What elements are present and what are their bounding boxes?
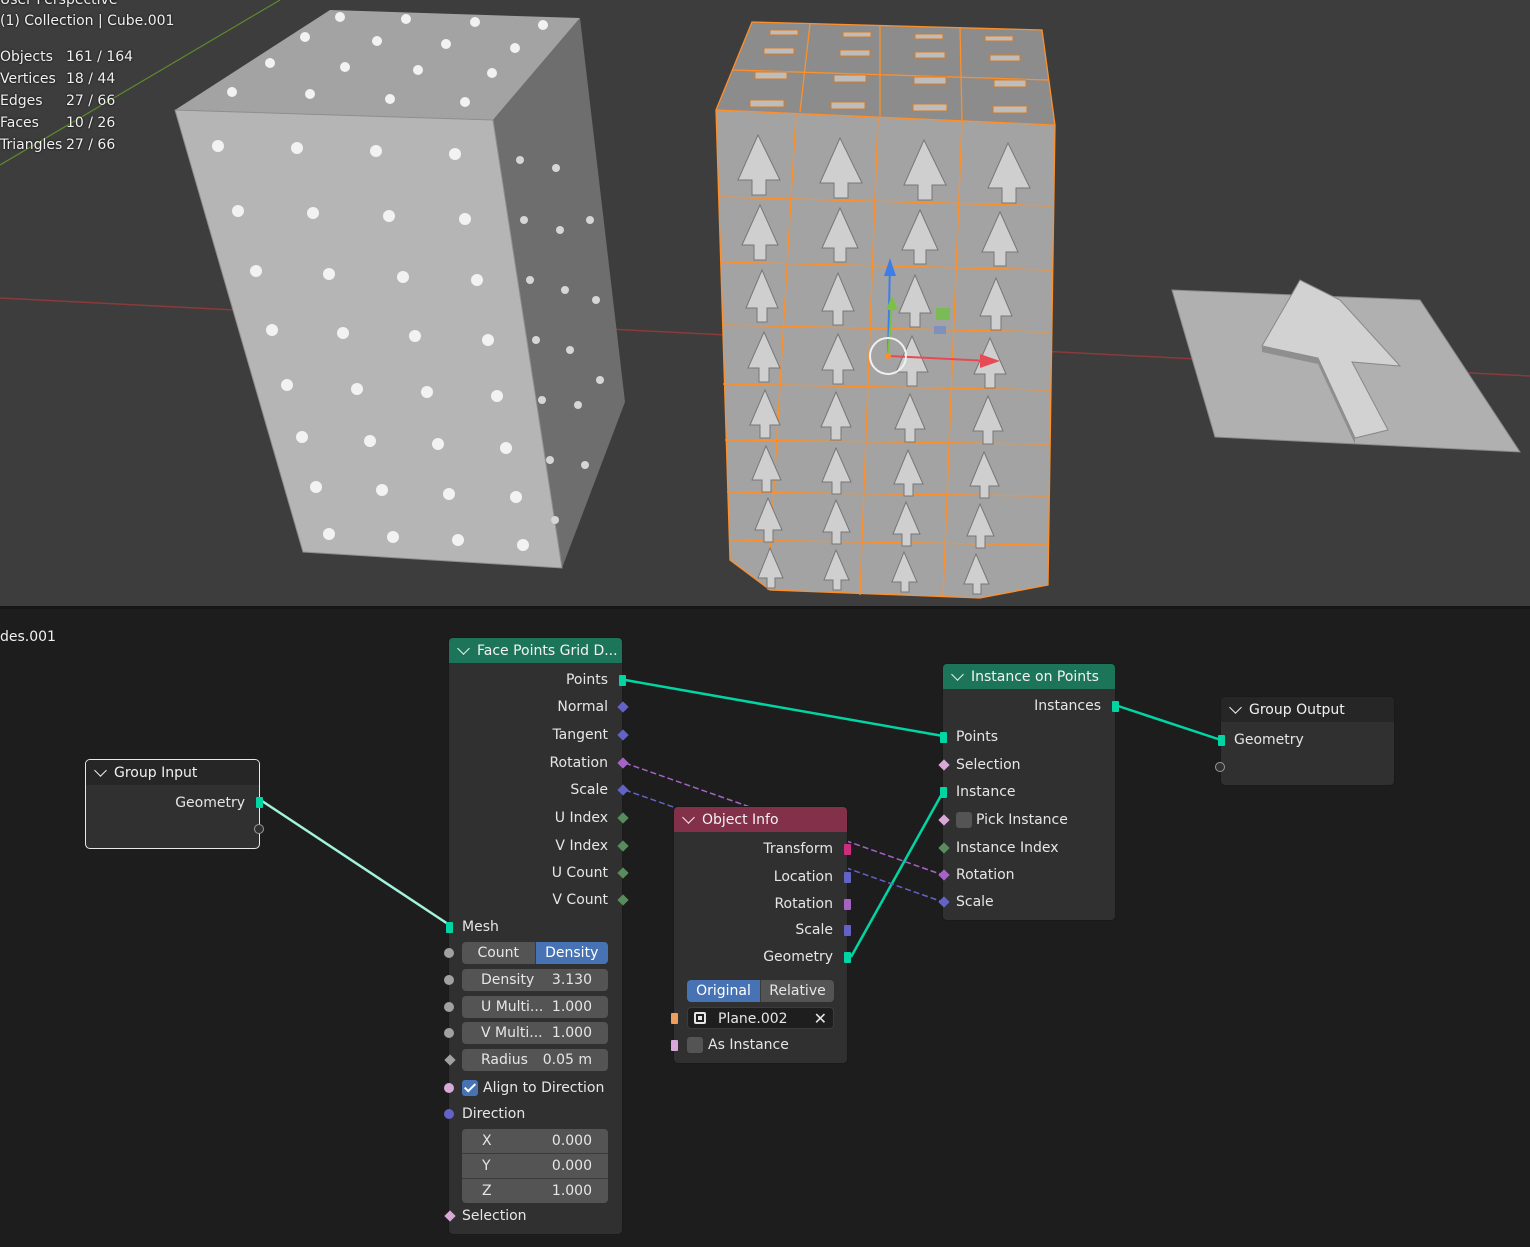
output-points: Points [565, 672, 608, 688]
instances-output-socket[interactable] [1112, 701, 1119, 712]
output-v-count: V Count [552, 892, 608, 908]
output-location: Location [773, 869, 833, 885]
instance-on-points-node[interactable]: Instance on Points Instances Points Sele… [938, 663, 1119, 921]
output-rotation: Rotation [774, 896, 833, 912]
geometry-output-socket[interactable] [844, 952, 851, 963]
3d-viewport[interactable]: User Perspective (1) Collection | Cube.0… [0, 0, 1530, 606]
socket-row-geometry: Geometry [175, 795, 245, 811]
collapse-chevron-icon[interactable] [682, 811, 695, 824]
face-points-header[interactable]: Face Points Grid D... [449, 638, 622, 663]
input-instance: Instance [956, 784, 1016, 800]
as-instance-input-socket[interactable] [671, 1040, 678, 1051]
points-output-socket[interactable] [619, 675, 626, 686]
selected-arrow-cube [715, 21, 1056, 599]
u-multiplier-field[interactable]: U Multi... 1.000 [462, 996, 608, 1018]
input-instance-index: Instance Index [956, 840, 1059, 856]
direction-row: Direction [462, 1106, 526, 1122]
empty-input-socket[interactable] [1215, 762, 1225, 772]
direction-input-socket[interactable] [444, 1109, 454, 1119]
align-input-socket[interactable] [444, 1083, 454, 1093]
studded-cube [174, 10, 625, 569]
collapse-chevron-icon[interactable] [1229, 701, 1242, 714]
v-multiplier-field[interactable]: V Multi... 1.000 [462, 1022, 608, 1044]
count-density-toggle[interactable]: Count Density [462, 942, 608, 964]
as-instance-row: As Instance [708, 1037, 789, 1053]
arrow-plane [1171, 279, 1521, 453]
output-scale: Scale [795, 922, 833, 938]
collapse-chevron-icon[interactable] [457, 642, 470, 655]
collapse-chevron-icon[interactable] [94, 764, 107, 777]
object-picker-field[interactable]: Plane.002 ✕ [687, 1007, 834, 1029]
output-normal: Normal [557, 699, 608, 715]
instance-input-socket[interactable] [940, 787, 947, 798]
output-tangent: Tangent [552, 727, 608, 743]
rotation-output-socket[interactable] [844, 899, 851, 910]
geometry-input-socket[interactable] [1218, 735, 1225, 746]
instance-on-points-header[interactable]: Instance on Points [943, 664, 1115, 689]
group-output-header[interactable]: Group Output [1221, 697, 1394, 722]
output-rotation: Rotation [549, 755, 608, 771]
output-instances: Instances [1034, 698, 1101, 714]
density-field[interactable]: Density 3.130 [462, 969, 608, 991]
input-rotation: Rotation [956, 867, 1015, 883]
scale-output-socket[interactable] [844, 925, 851, 936]
output-v-index: V Index [555, 838, 608, 854]
transform-output-socket[interactable] [844, 844, 851, 855]
geometry-output-socket[interactable] [256, 797, 263, 808]
object-info-node[interactable]: Object Info Transform Location Rotation … [671, 806, 851, 1064]
viewport-view-name: User Perspective [0, 0, 118, 8]
input-mesh: Mesh [462, 919, 499, 935]
group-input-header[interactable]: Group Input [86, 760, 259, 785]
align-to-direction-row: Align to Direction [483, 1080, 605, 1096]
link-points-to-points [624, 678, 944, 738]
density-option[interactable]: Density [534, 942, 608, 964]
input-points: Points [956, 729, 999, 745]
count-option[interactable]: Count [462, 942, 535, 964]
relative-option[interactable]: Relative [760, 980, 834, 1002]
mode-input-socket[interactable] [444, 948, 454, 958]
input-pick-instance: Pick Instance [976, 812, 1068, 828]
original-relative-toggle[interactable]: Original Relative [687, 980, 834, 1002]
object-input-socket[interactable] [671, 1013, 678, 1024]
original-option[interactable]: Original [687, 980, 760, 1002]
density-input-socket[interactable] [444, 975, 454, 985]
link-instances-to-output [1117, 704, 1222, 742]
input-geometry: Geometry [1234, 732, 1304, 748]
empty-output-socket[interactable] [254, 824, 264, 834]
output-u-index: U Index [554, 810, 608, 826]
u-multiplier-input-socket[interactable] [444, 1002, 454, 1012]
group-input-node[interactable]: Group Input Geometry [85, 759, 264, 849]
v-multiplier-input-socket[interactable] [444, 1028, 454, 1038]
collapse-chevron-icon[interactable] [951, 668, 964, 681]
link-group-input-to-mesh [261, 799, 452, 928]
viewport-collection-label: (1) Collection | Cube.001 [0, 13, 175, 29]
group-output-node[interactable]: Group Output Geometry [1215, 696, 1395, 786]
node-editor[interactable]: des.001 Group Input Geometry Face Points… [0, 609, 1530, 1247]
direction-vector-field[interactable]: X 0.000 Y 0.000 Z 1.000 [462, 1129, 608, 1203]
object-info-header[interactable]: Object Info [674, 807, 847, 832]
input-scale: Scale [956, 894, 994, 910]
points-input-socket[interactable] [940, 732, 947, 743]
viewport-scene[interactable] [0, 0, 1530, 606]
output-geometry: Geometry [763, 949, 833, 965]
direction-y-field[interactable]: Y 0.000 [462, 1153, 608, 1178]
selection-row: Selection [462, 1208, 527, 1224]
face-points-grid-node[interactable]: Face Points Grid D... Points Normal Tang… [444, 637, 629, 1235]
location-output-socket[interactable] [844, 872, 851, 883]
mesh-input-socket[interactable] [446, 922, 453, 933]
direction-x-field[interactable]: X 0.000 [462, 1129, 608, 1153]
object-icon [694, 1012, 706, 1024]
output-scale: Scale [570, 782, 608, 798]
direction-z-field[interactable]: Z 1.000 [462, 1178, 608, 1203]
input-selection: Selection [956, 757, 1021, 773]
clear-icon[interactable]: ✕ [814, 1008, 827, 1030]
output-transform: Transform [763, 841, 833, 857]
output-u-count: U Count [551, 865, 608, 881]
radius-field[interactable]: Radius 0.05 m [462, 1049, 608, 1071]
